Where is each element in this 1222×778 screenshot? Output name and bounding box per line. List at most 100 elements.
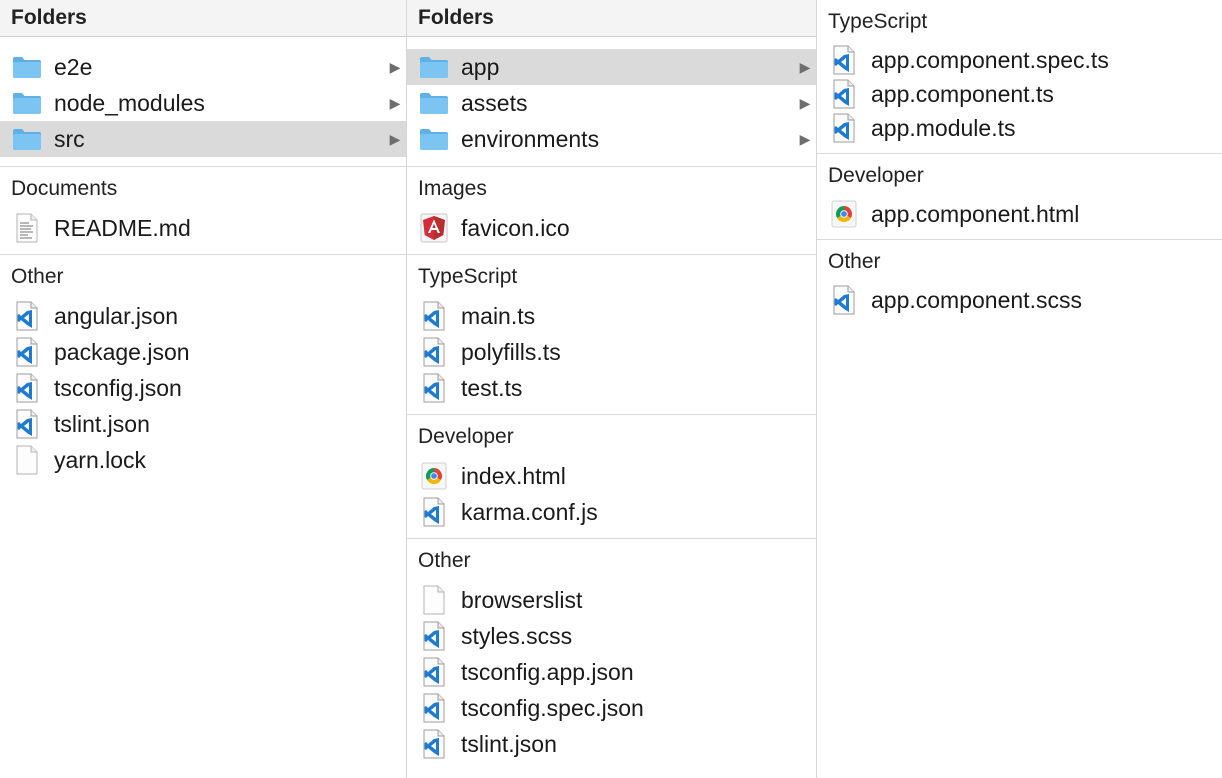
vscode-file-icon [12, 337, 42, 367]
file-item-app-component-html[interactable]: app.component.html [817, 197, 1222, 231]
other-section: Other angular.json package.json tsconfig.js… [0, 254, 406, 486]
item-label: assets [461, 90, 528, 116]
folder-item-assets[interactable]: assets ▶ [407, 85, 816, 121]
file-item-main-ts[interactable]: main.ts [407, 298, 816, 334]
item-label: app [461, 54, 500, 80]
other-section: Other browserslist styles.scss tsconfig.app… [407, 538, 816, 770]
vscode-file-icon [419, 497, 449, 527]
item-label: src [54, 126, 85, 152]
file-item-package-json[interactable]: package.json [0, 334, 406, 370]
section-header: Developer [418, 425, 514, 448]
angular-icon [419, 213, 449, 243]
vscode-file-icon [419, 373, 449, 403]
file-item-yarn-lock[interactable]: yarn.lock [0, 442, 406, 478]
file-list: app ▶ assets ▶ environments ▶ [407, 37, 816, 166]
typescript-section: TypeScript app.component.spec.ts app.compo… [817, 0, 1222, 153]
vscode-file-icon [829, 79, 859, 109]
file-list: index.html karma.conf.js [407, 455, 816, 538]
vscode-file-icon [829, 45, 859, 75]
column-1[interactable]: Folders e2e ▶ node_modules ▶ src ▶ Documents REA… [0, 0, 407, 778]
chevron-right-icon[interactable]: ▶ [388, 49, 402, 85]
item-label: angular.json [54, 303, 179, 329]
item-label: favicon.ico [461, 215, 570, 241]
item-label: yarn.lock [54, 447, 147, 473]
column-3[interactable]: TypeScript app.component.spec.ts app.compo… [817, 0, 1222, 778]
file-item-styles-scss[interactable]: styles.scss [407, 618, 816, 654]
item-label: README.md [54, 215, 191, 241]
chevron-right-icon[interactable]: ▶ [388, 121, 402, 157]
file-list: browserslist styles.scss tsconfig.app.json… [407, 579, 816, 770]
file-item-angular-json[interactable]: angular.json [0, 298, 406, 334]
file-item-test-ts[interactable]: test.ts [407, 370, 816, 406]
file-item-readme-md[interactable]: README.md [0, 210, 406, 246]
file-list: favicon.ico [407, 207, 816, 254]
vscode-file-icon [12, 409, 42, 439]
folder-item-environments[interactable]: environments ▶ [407, 121, 816, 157]
typescript-section: TypeScript main.ts polyfills.ts test.ts [407, 254, 816, 414]
file-item-tsconfig-json[interactable]: tsconfig.json [0, 370, 406, 406]
vscode-file-icon [12, 373, 42, 403]
item-label: app.component.spec.ts [871, 47, 1109, 73]
file-list: app.component.html [817, 194, 1222, 239]
chevron-right-icon[interactable]: ▶ [798, 49, 812, 85]
file-list: README.md [0, 207, 406, 254]
folder-item-src[interactable]: src ▶ [0, 121, 406, 157]
item-label: tsconfig.spec.json [461, 695, 644, 721]
file-list: app.component.spec.ts app.component.ts app… [817, 40, 1222, 153]
blank-file-icon [12, 445, 42, 475]
chevron-right-icon[interactable]: ▶ [798, 121, 812, 157]
file-item-polyfills-ts[interactable]: polyfills.ts [407, 334, 816, 370]
section-header: Documents [11, 177, 118, 200]
vscode-file-icon [419, 621, 449, 651]
item-label: node_modules [54, 90, 205, 116]
folder-item-e2e[interactable]: e2e ▶ [0, 49, 406, 85]
item-label: tsconfig.json [54, 375, 182, 401]
item-label: app.module.ts [871, 115, 1016, 141]
vscode-file-icon [12, 301, 42, 331]
documents-section: Documents README.md [0, 166, 406, 254]
file-item-app-component-spec-ts[interactable]: app.component.spec.ts [817, 43, 1222, 77]
vscode-file-icon [829, 113, 859, 143]
file-item-browserslist[interactable]: browserslist [407, 582, 816, 618]
chevron-right-icon[interactable]: ▶ [388, 85, 402, 121]
chrome-icon [419, 461, 449, 491]
item-label: app.component.ts [871, 81, 1054, 107]
column-browser: Folders e2e ▶ node_modules ▶ src ▶ Documents REA… [0, 0, 1222, 778]
item-label: polyfills.ts [461, 339, 561, 365]
file-item-index-html[interactable]: index.html [407, 458, 816, 494]
vscode-file-icon [419, 301, 449, 331]
section-header: Developer [828, 164, 924, 187]
file-item-app-component-scss[interactable]: app.component.scss [817, 283, 1222, 317]
file-item-tslint-json[interactable]: tslint.json [407, 726, 816, 762]
section-header: TypeScript [418, 265, 518, 288]
column-2[interactable]: Folders app ▶ assets ▶ environments ▶ Images fav… [407, 0, 817, 778]
file-item-karma-conf-js[interactable]: karma.conf.js [407, 494, 816, 530]
folder-item-app[interactable]: app ▶ [407, 49, 816, 85]
section-header: Folders [0, 0, 406, 37]
item-label: tslint.json [54, 411, 150, 437]
section-header: Images [418, 177, 487, 200]
item-label: test.ts [461, 375, 523, 401]
file-item-tsconfig-spec-json[interactable]: tsconfig.spec.json [407, 690, 816, 726]
file-item-tslint-json[interactable]: tslint.json [0, 406, 406, 442]
file-item-app-module-ts[interactable]: app.module.ts [817, 111, 1222, 145]
chevron-right-icon[interactable]: ▶ [798, 85, 812, 121]
item-label: app.component.scss [871, 287, 1082, 313]
file-list: e2e ▶ node_modules ▶ src ▶ [0, 37, 406, 166]
file-list: app.component.scss [817, 280, 1222, 325]
file-item-favicon-ico[interactable]: favicon.ico [407, 210, 816, 246]
item-label: karma.conf.js [461, 499, 598, 525]
folder-icon [419, 52, 449, 82]
vscode-file-icon [419, 729, 449, 759]
vscode-file-icon [419, 693, 449, 723]
section-header: Folders [407, 0, 816, 37]
item-label: tslint.json [461, 731, 557, 757]
images-section: Images favicon.ico [407, 166, 816, 254]
file-item-tsconfig-app-json[interactable]: tsconfig.app.json [407, 654, 816, 690]
folder-item-node-modules[interactable]: node_modules ▶ [0, 85, 406, 121]
folder-icon [419, 88, 449, 118]
item-label: styles.scss [461, 623, 573, 649]
item-label: main.ts [461, 303, 536, 329]
blank-file-icon [419, 585, 449, 615]
file-item-app-component-ts[interactable]: app.component.ts [817, 77, 1222, 111]
